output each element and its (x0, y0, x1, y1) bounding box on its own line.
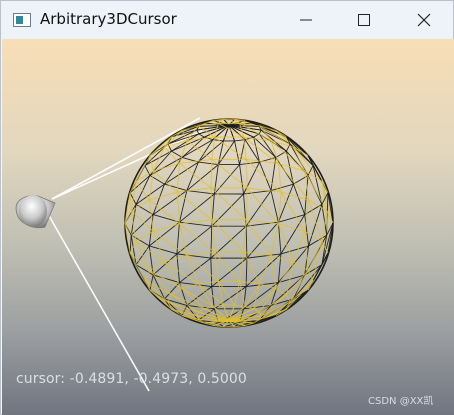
render-viewport[interactable]: cursor: -0.4891, -0.4973, 0.5000 CSDN @X… (2, 39, 454, 415)
scene-canvas[interactable] (2, 39, 454, 415)
window-title: Arbitrary3DCursor (40, 10, 177, 28)
maximize-icon (358, 14, 370, 26)
close-button[interactable] (401, 1, 447, 39)
app-window: Arbitrary3DCursor cursor: -0.4891, -0.49… (0, 0, 454, 415)
close-icon (417, 13, 431, 27)
cone-base (19, 195, 47, 227)
watermark: CSDN @XX凯 (368, 396, 434, 407)
cursor-line-bottom (47, 213, 150, 392)
title-bar[interactable]: Arbitrary3DCursor (1, 1, 453, 39)
maximize-button[interactable] (341, 1, 387, 39)
app-icon (13, 13, 31, 27)
wireframe-sphere[interactable] (124, 118, 334, 328)
minimize-button[interactable] (283, 1, 329, 39)
cone-cursor[interactable] (15, 195, 56, 229)
minimize-icon (300, 19, 312, 21)
cursor-coordinates: cursor: -0.4891, -0.4973, 0.5000 (16, 371, 247, 387)
